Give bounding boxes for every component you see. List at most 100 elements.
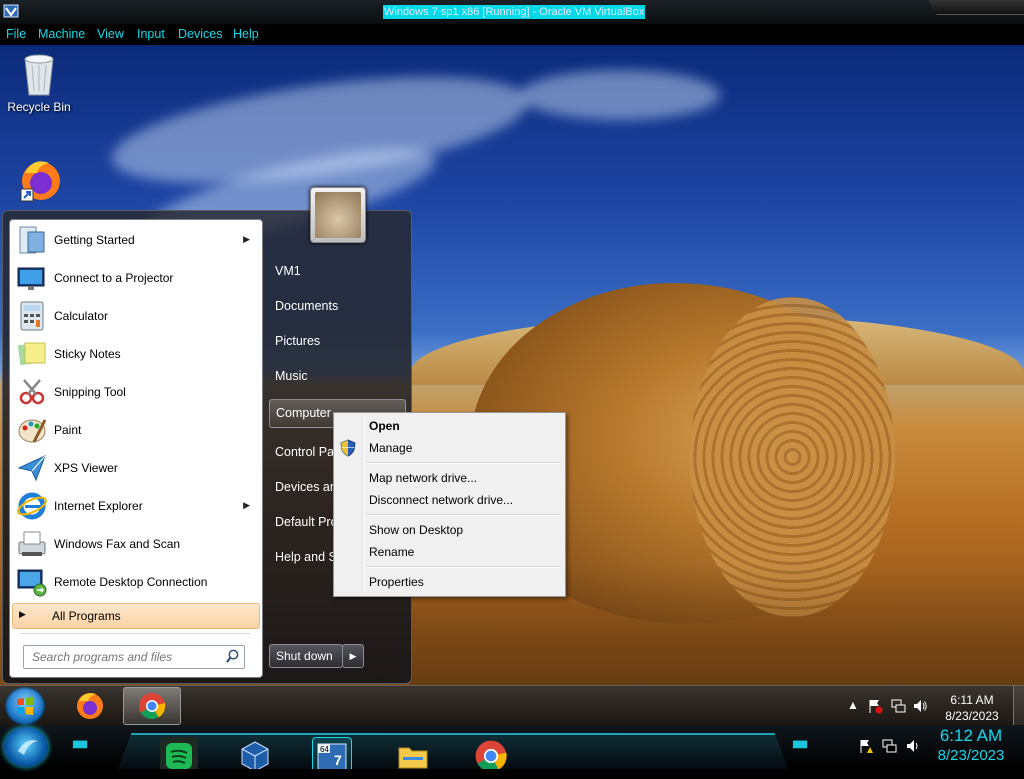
- host-app-windows7-vm[interactable]: 64 7: [312, 737, 352, 769]
- host-app-virtualbox[interactable]: [236, 737, 274, 769]
- menu-help[interactable]: Help: [233, 27, 259, 41]
- network-icon[interactable]: [890, 698, 906, 714]
- search-icon[interactable]: [225, 649, 240, 664]
- program-remote-desktop[interactable]: Remote Desktop Connection: [12, 564, 260, 600]
- context-item-map-network-drive[interactable]: Map network drive...: [336, 467, 563, 489]
- menu-view[interactable]: View: [97, 27, 124, 41]
- menu-machine[interactable]: Machine: [38, 27, 85, 41]
- host-app-spotify[interactable]: [160, 737, 198, 769]
- host-clock-time[interactable]: 6:12 AM: [930, 726, 1012, 746]
- show-desktop-button[interactable]: [1013, 686, 1024, 726]
- remote-desktop-icon: [17, 569, 47, 597]
- menu-devices[interactable]: Devices: [178, 27, 222, 41]
- context-item-manage[interactable]: Manage: [336, 437, 563, 459]
- getting-started-icon: [19, 226, 45, 254]
- program-sticky-notes[interactable]: Sticky Notes: [12, 336, 260, 372]
- host-start-button[interactable]: [4, 727, 48, 767]
- context-item-label: Map network drive...: [369, 471, 478, 485]
- context-item-show-on-desktop[interactable]: Show on Desktop: [336, 519, 563, 541]
- program-paint[interactable]: Paint: [12, 412, 260, 448]
- virtualbox-app-icon: [3, 4, 19, 18]
- submenu-arrow-icon[interactable]: ▶: [243, 500, 250, 511]
- shutdown-options-arrow[interactable]: ▶: [342, 644, 364, 668]
- user-account-picture[interactable]: [310, 187, 366, 243]
- host-dock: 64 7: [118, 733, 788, 769]
- host-app-chrome[interactable]: [472, 737, 510, 769]
- vbox-title-bar: Windows 7 sp1 x86 [Running] - Oracle VM …: [0, 0, 1024, 24]
- host-app-file-explorer[interactable]: [394, 737, 432, 769]
- guest-clock[interactable]: 6:11 AM 8/23/2023: [936, 692, 1008, 724]
- host-taskbar: ▮▮▮▮ 64 7 ▮▮▮▮ 6:12 AM 8/23/2023: [0, 725, 1024, 769]
- context-item-label: Disconnect network drive...: [369, 493, 514, 507]
- internet-explorer-icon: [17, 492, 47, 520]
- title-bar-decoration: [928, 0, 1024, 15]
- host-volume-icon[interactable]: [905, 738, 921, 754]
- start-link-label: Documents: [275, 299, 339, 313]
- pane-divider: [20, 633, 250, 634]
- desktop-icon-firefox[interactable]: [4, 155, 74, 206]
- dock-chevron-decoration: ▮▮▮▮: [72, 739, 88, 750]
- start-button[interactable]: [5, 687, 45, 725]
- start-link-label: VM1: [275, 264, 301, 278]
- menu-input[interactable]: Input: [137, 27, 165, 41]
- program-getting-started[interactable]: Getting Started ▶: [12, 222, 260, 258]
- shutdown-button[interactable]: Shut down: [269, 644, 343, 668]
- start-search-box[interactable]: [23, 645, 245, 669]
- virtualbox-icon: [241, 741, 269, 769]
- context-item-properties[interactable]: Properties: [336, 571, 563, 593]
- program-fax-scan[interactable]: Windows Fax and Scan: [12, 526, 260, 562]
- menu-file[interactable]: File: [6, 27, 26, 41]
- dock-chevron-decoration: ▮▮▮▮: [792, 739, 808, 750]
- start-link-label: Computer: [276, 406, 331, 420]
- program-calculator[interactable]: Calculator: [12, 298, 260, 334]
- firefox-icon: [77, 693, 103, 719]
- desktop-icon-recycle-bin[interactable]: Recycle Bin: [4, 51, 74, 114]
- host-clock-date[interactable]: 8/23/2023: [930, 747, 1012, 764]
- program-label: Sticky Notes: [54, 347, 121, 361]
- program-label: XPS Viewer: [54, 461, 118, 475]
- spotify-icon: [166, 743, 192, 769]
- computer-context-menu: Open Manage Map network drive... Disconn…: [333, 412, 566, 597]
- context-item-open[interactable]: Open: [336, 415, 563, 437]
- xps-viewer-icon: [17, 455, 46, 482]
- program-label: Connect to a Projector: [54, 271, 174, 285]
- desktop-icon-label: Recycle Bin: [7, 100, 71, 114]
- start-link-pictures[interactable]: Pictures: [269, 328, 404, 354]
- taskbar-firefox[interactable]: [62, 687, 118, 723]
- program-xps-viewer[interactable]: XPS Viewer: [12, 450, 260, 486]
- context-item-label: Open: [369, 419, 400, 433]
- start-link-documents[interactable]: Documents: [269, 293, 404, 319]
- context-item-rename[interactable]: Rename: [336, 541, 563, 563]
- submenu-arrow-icon[interactable]: ▶: [243, 234, 250, 245]
- search-input[interactable]: [30, 649, 224, 665]
- volume-icon[interactable]: [912, 698, 928, 714]
- tray-overflow-icon[interactable]: ▲: [845, 698, 861, 714]
- shutdown-label: Shut down: [276, 649, 333, 663]
- taskbar-chrome[interactable]: [123, 687, 181, 725]
- program-label: Internet Explorer: [54, 499, 143, 513]
- host-tray-warning-flag-icon[interactable]: [858, 738, 874, 754]
- calculator-icon: [20, 301, 44, 331]
- program-label: Windows Fax and Scan: [54, 537, 181, 551]
- all-programs-label: All Programs: [52, 609, 121, 623]
- program-label: Snipping Tool: [54, 385, 126, 399]
- program-label: Paint: [54, 423, 82, 437]
- start-link-vm1[interactable]: VM1: [269, 258, 404, 284]
- start-link-label: Music: [275, 369, 308, 383]
- context-item-disconnect-network-drive[interactable]: Disconnect network drive...: [336, 489, 563, 511]
- all-programs-button[interactable]: ▶ All Programs: [12, 603, 260, 629]
- start-link-music[interactable]: Music: [269, 363, 404, 389]
- program-snipping-tool[interactable]: Snipping Tool: [12, 374, 260, 410]
- windows-logo-icon: [18, 740, 38, 755]
- chrome-icon: [139, 693, 166, 720]
- fax-scan-icon: [18, 531, 46, 556]
- action-center-flag-icon[interactable]: [867, 698, 883, 714]
- program-internet-explorer[interactable]: Internet Explorer ▶: [12, 488, 260, 524]
- start-link-label: Pictures: [275, 334, 321, 348]
- firefox-shortcut-icon: [20, 161, 60, 202]
- host-network-icon[interactable]: [881, 738, 897, 754]
- all-programs-arrow-icon: ▶: [19, 609, 26, 619]
- window-title: Windows 7 sp1 x86 [Running] - Oracle VM …: [383, 5, 646, 19]
- program-projector[interactable]: Connect to a Projector: [12, 260, 260, 296]
- start-menu-programs-pane: Getting Started ▶ Connect to a Projector Ca…: [9, 219, 263, 678]
